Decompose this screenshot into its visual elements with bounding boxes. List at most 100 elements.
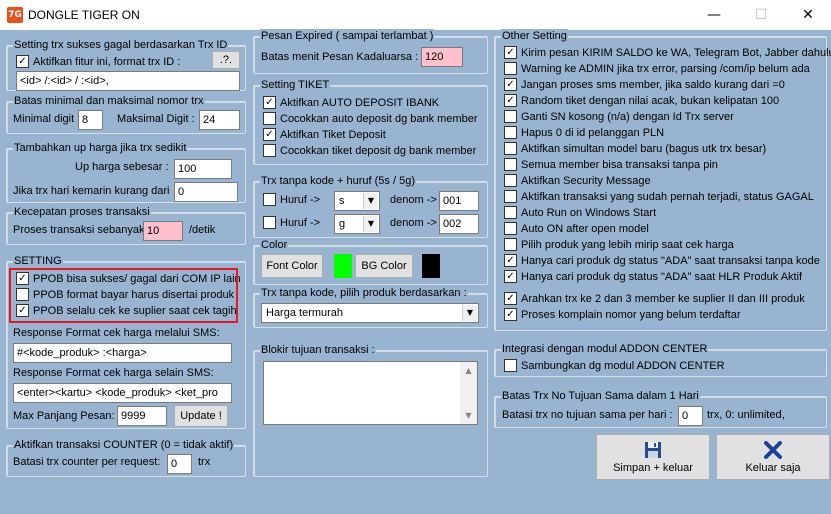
- font-color-button[interactable]: Font Color: [261, 254, 323, 278]
- other-setting-checkbox[interactable]: [504, 174, 517, 187]
- chevron-down-icon: ▼: [363, 193, 378, 209]
- other-setting-checkbox[interactable]: [504, 142, 517, 155]
- cocok-auto-deposit-checkbox[interactable]: [263, 112, 276, 125]
- other-setting-checkbox[interactable]: [504, 238, 517, 251]
- other-setting-label: Auto Run on Windows Start: [521, 207, 657, 219]
- other-setting-checkbox[interactable]: [504, 62, 517, 75]
- kurang-label: Jika trx hari kemarin kurang dari: [13, 185, 170, 197]
- denom-s-label: denom ->: [390, 194, 437, 206]
- other-setting-checkbox[interactable]: [504, 126, 517, 139]
- pilih-produk-value: Harga termurah: [266, 307, 344, 319]
- group-title: Batas Trx No Tujuan Sama dalam 1 Hari: [501, 389, 700, 403]
- exit-button[interactable]: Keluar saja: [716, 434, 830, 480]
- other-setting-label: Aktifkan simultan model baru (bagus utk …: [521, 143, 767, 155]
- auto-deposit-checkbox[interactable]: ✓: [263, 96, 276, 109]
- pesan-expired-label: Batas menit Pesan Kadaluarsa :: [261, 51, 419, 63]
- other-setting-label: Aktifkan transaksi yang sudah pernah ter…: [521, 191, 814, 203]
- close-button[interactable]: ✕: [785, 0, 831, 30]
- chevron-down-icon: ▼: [363, 216, 378, 232]
- kecepatan-unit: /detik: [189, 224, 216, 236]
- group-setting-tiket: Setting TIKET ✓ Aktifkan AUTO DEPOSIT IB…: [253, 78, 488, 165]
- response-other-input[interactable]: <enter><kartu> <kode_produk> <ket_pro: [13, 383, 232, 403]
- denom-g-input[interactable]: 002: [439, 214, 479, 234]
- group-title: Setting trx sukses gagal berdasarkan Trx…: [13, 38, 229, 52]
- up-harga-input[interactable]: 100: [174, 159, 232, 179]
- addon-label: Sambungkan dg modul ADDON CENTER: [521, 360, 725, 372]
- response-sms-input[interactable]: #<kode_produk> :<harga>: [13, 343, 232, 363]
- counter-label: Batasi trx counter per request:: [13, 456, 161, 468]
- other-setting-label: Hapus 0 di id pelanggan PLN: [521, 127, 665, 139]
- other-setting-checkbox[interactable]: [504, 222, 517, 235]
- tiket-deposit-label: Aktifkan Tiket Deposit: [280, 129, 386, 141]
- response-other-label: Response Format cek harga selain SMS:: [13, 367, 214, 379]
- group-other-setting: Other Setting ✓ Kirim pesan KIRIM SALDO k…: [494, 29, 831, 331]
- huruf-s-checkbox[interactable]: [263, 193, 276, 206]
- other-setting-label: Jangan proses sms member, jika saldo kur…: [521, 79, 785, 91]
- min-digit-input[interactable]: 8: [78, 110, 103, 130]
- batas-trx-unit: trx, 0: unlimited,: [707, 409, 785, 421]
- group-title: Trx tanpa kode, pilih produk berdasarkan…: [260, 286, 468, 300]
- scroll-down-icon[interactable]: ▼: [460, 407, 477, 424]
- blokir-textarea[interactable]: ▲ ▼: [263, 361, 478, 425]
- group-title: Trx tanpa kode + huruf (5s / 5g): [260, 174, 416, 188]
- group-pesan-expired: Pesan Expired ( sampai terlambat ) Batas…: [253, 29, 488, 74]
- kecepatan-input[interactable]: 10: [143, 221, 183, 241]
- other-setting-checkbox[interactable]: ✓: [504, 94, 517, 107]
- other-setting-checkbox[interactable]: [504, 158, 517, 171]
- other-setting-label: Warning ke ADMIN jika trx error, parsing…: [521, 63, 810, 75]
- denom-g-label: denom ->: [390, 217, 437, 229]
- group-title: Integrasi dengan modul ADDON CENTER: [501, 342, 709, 356]
- other-setting-checkbox[interactable]: ✓: [504, 46, 517, 59]
- other-setting-checkbox[interactable]: [504, 206, 517, 219]
- batas-trx-input[interactable]: 0: [678, 406, 703, 426]
- huruf-g-label: Huruf ->: [280, 217, 321, 229]
- counter-unit: trx: [198, 456, 211, 468]
- save-exit-button[interactable]: Simpan + keluar: [596, 434, 710, 480]
- cocok-auto-deposit-label: Cocokkan auto deposit dg bank member: [280, 113, 478, 125]
- blokir-scrollbar[interactable]: ▲ ▼: [460, 362, 477, 424]
- huruf-s-value: s: [339, 195, 345, 207]
- cocok-tiket-deposit-checkbox[interactable]: [263, 144, 276, 157]
- update-button[interactable]: Update !: [174, 405, 228, 427]
- close-x-icon: [764, 441, 782, 459]
- group-title: Batas minimal dan maksimal nomor trx: [13, 94, 205, 108]
- bg-color-swatch: [422, 254, 440, 278]
- pesan-expired-input[interactable]: 120: [421, 47, 463, 67]
- other-setting-checkbox[interactable]: ✓: [504, 292, 517, 305]
- huruf-s-label: Huruf ->: [280, 194, 321, 206]
- group-color: Color Font Color BG Color: [253, 238, 488, 285]
- max-digit-input[interactable]: 24: [199, 110, 240, 130]
- other-setting-label: Aktifkan Security Message: [521, 175, 651, 187]
- other-setting-checkbox[interactable]: ✓: [504, 270, 517, 283]
- counter-input[interactable]: 0: [167, 454, 192, 474]
- title-bar: 7G DONGLE TIGER ON — ☐ ✕: [0, 0, 831, 30]
- other-setting-checkbox[interactable]: ✓: [504, 78, 517, 91]
- other-setting-checkbox[interactable]: [504, 110, 517, 123]
- other-setting-checkbox[interactable]: ✓: [504, 254, 517, 267]
- scroll-up-icon[interactable]: ▲: [460, 362, 477, 379]
- window-title: DONGLE TIGER ON: [28, 8, 140, 22]
- pilih-produk-dropdown[interactable]: Harga termurah ▼: [261, 303, 479, 323]
- trx-id-format-input[interactable]: <id> /:<id> / :<id>,: [16, 71, 240, 91]
- help-button[interactable]: .?.: [212, 51, 240, 69]
- other-setting-checkbox[interactable]: [504, 190, 517, 203]
- group-up-harga: Tambahkan up harga jika trx sedikit Up h…: [6, 141, 246, 203]
- kurang-input[interactable]: 0: [174, 182, 238, 202]
- trx-id-checkbox[interactable]: ✓: [16, 55, 29, 68]
- tiket-deposit-checkbox[interactable]: ✓: [263, 128, 276, 141]
- group-title: Pesan Expired ( sampai terlambat ): [260, 29, 435, 43]
- denom-s-input[interactable]: 001: [439, 191, 479, 211]
- max-pesan-input[interactable]: 9999: [117, 406, 167, 426]
- minimize-button[interactable]: —: [691, 0, 737, 30]
- addon-checkbox[interactable]: [504, 359, 517, 372]
- bg-color-button[interactable]: BG Color: [355, 254, 413, 278]
- huruf-g-dropdown[interactable]: g ▼: [334, 214, 380, 234]
- other-setting-label: Arahkan trx ke 2 dan 3 member ke suplier…: [521, 293, 805, 305]
- other-setting-label: Random tiket dengan nilai acak, bukan ke…: [521, 95, 780, 107]
- other-setting-label: Kirim pesan KIRIM SALDO ke WA, Telegram …: [521, 47, 831, 59]
- group-title: Tambahkan up harga jika trx sedikit: [13, 141, 188, 155]
- huruf-g-checkbox[interactable]: [263, 216, 276, 229]
- huruf-s-dropdown[interactable]: s ▼: [334, 191, 380, 211]
- other-setting-checkbox[interactable]: ✓: [504, 308, 517, 321]
- group-title: Setting TIKET: [260, 78, 331, 92]
